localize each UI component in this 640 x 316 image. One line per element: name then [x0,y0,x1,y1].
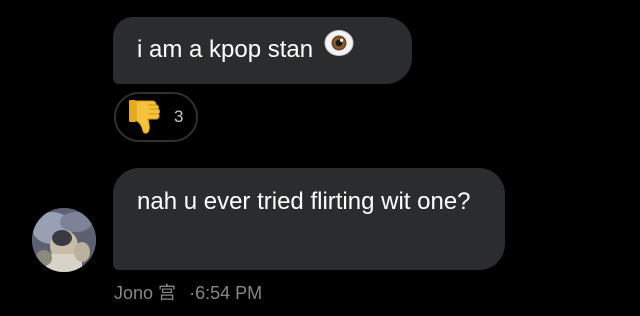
message-bubble-2[interactable]: nah u ever tried flirting wit one? [113,168,505,270]
thumbs-down-icon [125,97,167,144]
message-text: nah u ever tried flirting wit one? [137,188,471,215]
reaction-count: 3 [174,107,184,126]
message-meta: Jono 宫 ·6:54 PM [114,282,262,304]
avatar[interactable] [32,208,96,272]
sender-name: Jono 宫 [114,283,177,303]
eye-icon [324,28,354,68]
message-bubble-1[interactable]: i am a kpop stan [113,17,412,84]
message-text: i am a kpop stan [137,36,314,63]
reaction-pill[interactable]: 3 [114,92,198,142]
timestamp: 6:54 PM [195,283,263,303]
